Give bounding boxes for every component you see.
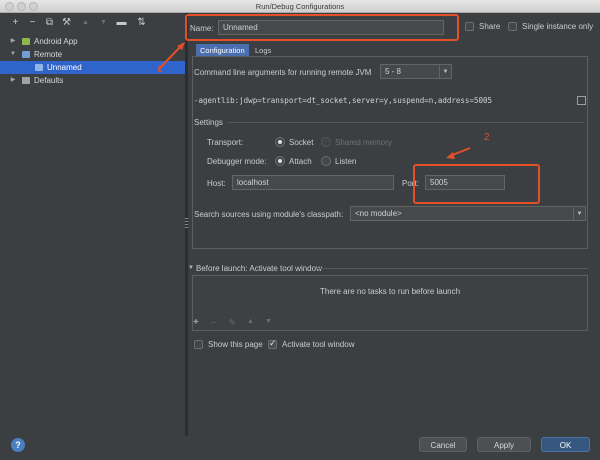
ok-button[interactable]: OK	[541, 437, 590, 452]
annotation-number-2: 2	[484, 132, 490, 143]
arrow-2-head-icon	[446, 152, 455, 159]
cancel-button[interactable]: Cancel	[419, 437, 467, 452]
annotation-number-1: 1	[157, 64, 163, 75]
annotation-arrows	[157, 42, 471, 159]
apply-button[interactable]: Apply	[477, 437, 531, 452]
help-button[interactable]: ?	[11, 438, 25, 452]
